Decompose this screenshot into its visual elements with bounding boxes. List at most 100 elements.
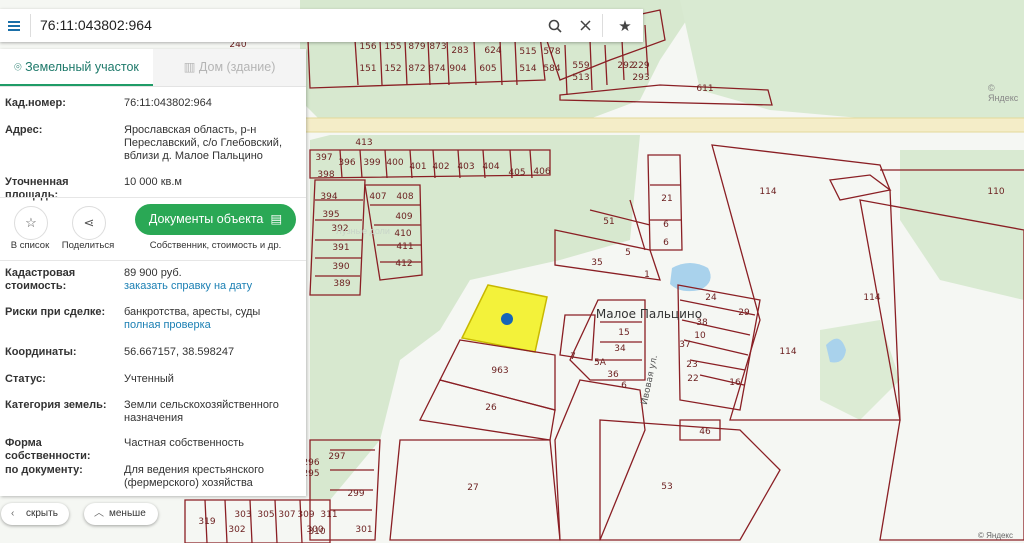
order-statement-link[interactable]: заказать справку на дату xyxy=(124,280,300,293)
coordinates-value: 56.667157, 38.598247 xyxy=(124,346,235,358)
parcel-number-label: 297 xyxy=(328,452,346,462)
parcel-number-label: 311 xyxy=(320,510,338,520)
parcel-number-label: 310 xyxy=(308,527,326,537)
parcel-number-label: 872 xyxy=(408,64,426,74)
actions-row: ☆ В список ⋖ Поделиться Документы объект… xyxy=(0,197,306,261)
collapse-panel-label: меньше xyxy=(109,508,146,519)
document-icon: ▤ xyxy=(266,212,283,226)
map-attribution: © Яндекс xyxy=(978,531,1014,540)
full-check-link[interactable]: полная проверка xyxy=(124,319,300,332)
hamburger-icon xyxy=(8,24,20,27)
parcel-number-label: 303 xyxy=(234,510,252,520)
parcel-number-label: 151 xyxy=(359,64,377,74)
parcel-number-label: 6 xyxy=(663,238,669,248)
parcel-number-label: 401 xyxy=(409,162,427,172)
parcel-number-label: 46 xyxy=(699,427,711,437)
parcel-number-label: 605 xyxy=(479,64,497,74)
ownership-label: Форма собственности: xyxy=(5,437,91,462)
info-panel: ⌾ Земельный участок ▥ Дом (здание) Кад.н… xyxy=(0,49,306,496)
parcel-number-label: 405 xyxy=(508,168,526,178)
favorite-button[interactable]: ☆ xyxy=(14,206,48,240)
cost-value-block: 89 900 руб. заказать справку на дату xyxy=(124,267,300,293)
active-tab-indicator xyxy=(0,84,153,86)
land-category-value: Земли сельскохозяйственного назначения xyxy=(124,399,279,424)
hide-panel-label: скрыть xyxy=(26,508,58,519)
row-cad-number: Кад.номер: 76:11:043802:964 xyxy=(5,97,301,113)
parcel-number-label: 413 xyxy=(355,138,373,148)
row-land-category: Категория земель: Земли сельскохозяйстве… xyxy=(5,399,301,427)
star-outline-icon: ☆ xyxy=(25,215,37,230)
parcel-number-label: 879 xyxy=(408,42,426,52)
parcel-number-label: 155 xyxy=(384,42,402,52)
hide-panel-button[interactable]: ‹ скрыть xyxy=(1,503,69,525)
parcel-number-label: 6 xyxy=(663,220,669,230)
parcel-number-label: 404 xyxy=(482,162,500,172)
parcel-number-label: 874 xyxy=(428,64,446,74)
search-icon[interactable] xyxy=(540,9,570,42)
ownership-value: Частная собственность xyxy=(124,437,245,449)
parcel-number-label: 394 xyxy=(320,192,338,202)
parcel-number-label: 6 xyxy=(621,381,627,391)
documents-button[interactable]: Документы объекта ▤ xyxy=(135,204,296,235)
row-document: по документу: Для ведения крестьянского … xyxy=(5,464,301,492)
share-caption: Поделиться xyxy=(61,240,115,251)
parcel-number-label: 963 xyxy=(491,366,509,376)
tab-bar: ⌾ Земельный участок ▥ Дом (здание) xyxy=(0,49,306,87)
chevron-up-icon: ︿ xyxy=(94,508,104,519)
parcel-number-label: 904 xyxy=(449,64,467,74)
risks-value: банкротства, аресты, суды xyxy=(124,306,261,318)
menu-button[interactable] xyxy=(0,9,28,42)
parcel-number-label: 400 xyxy=(386,158,404,168)
tab-house[interactable]: ▥ Дом (здание) xyxy=(153,49,306,86)
map-watermark: Лузные доли xyxy=(336,226,390,236)
selected-parcel-marker[interactable] xyxy=(501,313,513,325)
parcel-number-label: 29 xyxy=(738,308,750,318)
star-icon[interactable]: ★ xyxy=(610,9,640,42)
parcel-number-label: 396 xyxy=(338,158,356,168)
parcel-number-label: 114 xyxy=(779,347,797,357)
cost-label: Кадастровая стоимость: xyxy=(5,267,76,292)
parcel-number-label: 390 xyxy=(332,262,350,272)
parcel-number-label: 402 xyxy=(432,162,450,172)
divider xyxy=(602,14,603,37)
parcel-number-label: 293 xyxy=(632,73,650,83)
parcel-number-label: 229 xyxy=(632,61,650,71)
parcel-number-label: 302 xyxy=(228,525,246,535)
address-label: Адрес: xyxy=(5,124,43,136)
parcel-number-label: 53 xyxy=(661,482,673,492)
tab-land-plot[interactable]: ⌾ Земельный участок xyxy=(0,49,153,86)
parcel-number-label: 515 xyxy=(519,47,537,57)
share-button[interactable]: ⋖ xyxy=(72,206,106,240)
close-icon[interactable] xyxy=(570,9,600,42)
document-value: Для ведения крестьянского (фермерского) … xyxy=(124,464,265,489)
parcel-number-label: 406 xyxy=(533,167,551,177)
parcel-number-label: 408 xyxy=(396,192,414,202)
parcel-number-label: 409 xyxy=(395,212,413,222)
collapse-panel-button[interactable]: ︿ меньше xyxy=(84,503,158,525)
search-input[interactable]: 76:11:043802:964 xyxy=(40,9,152,42)
village-label: Малое Пальцино xyxy=(595,307,703,321)
parcel-number-label: 624 xyxy=(484,46,502,56)
parcel-number-label: 22 xyxy=(687,374,699,384)
parcel-number-label: 27 xyxy=(467,483,479,493)
parcel-number-label: 35 xyxy=(591,258,603,268)
parcel-number-label: 10 xyxy=(694,331,706,341)
parcel-number-label: 5 xyxy=(625,248,631,258)
parcel-number-label: 37 xyxy=(679,340,691,350)
map-corner-attribution: © Яндекс xyxy=(988,83,1019,103)
parcel-number-label: 584 xyxy=(543,64,561,74)
row-ownership: Форма собственности: Частная собственнос… xyxy=(5,437,301,462)
row-cost: Кадастровая стоимость: 89 900 руб. заказ… xyxy=(5,267,301,295)
parcel-number-label: 114 xyxy=(863,293,881,303)
parcel-number-label: 403 xyxy=(457,162,475,172)
parcel-number-label: 611 xyxy=(696,84,714,94)
parcel-number-label: 7 xyxy=(570,352,576,362)
parcel-number-label: 399 xyxy=(363,158,381,168)
parcel-number-label: 305 xyxy=(257,510,275,520)
cad-number-value[interactable]: 76:11:043802:964 xyxy=(124,97,300,110)
parcel-number-label: 51 xyxy=(603,217,615,227)
parcel-number-label: 114 xyxy=(759,187,777,197)
parcel-number-label: 110 xyxy=(987,187,1005,197)
chevron-left-icon: ‹ xyxy=(11,508,15,519)
parcel-number-label: 411 xyxy=(396,242,414,252)
